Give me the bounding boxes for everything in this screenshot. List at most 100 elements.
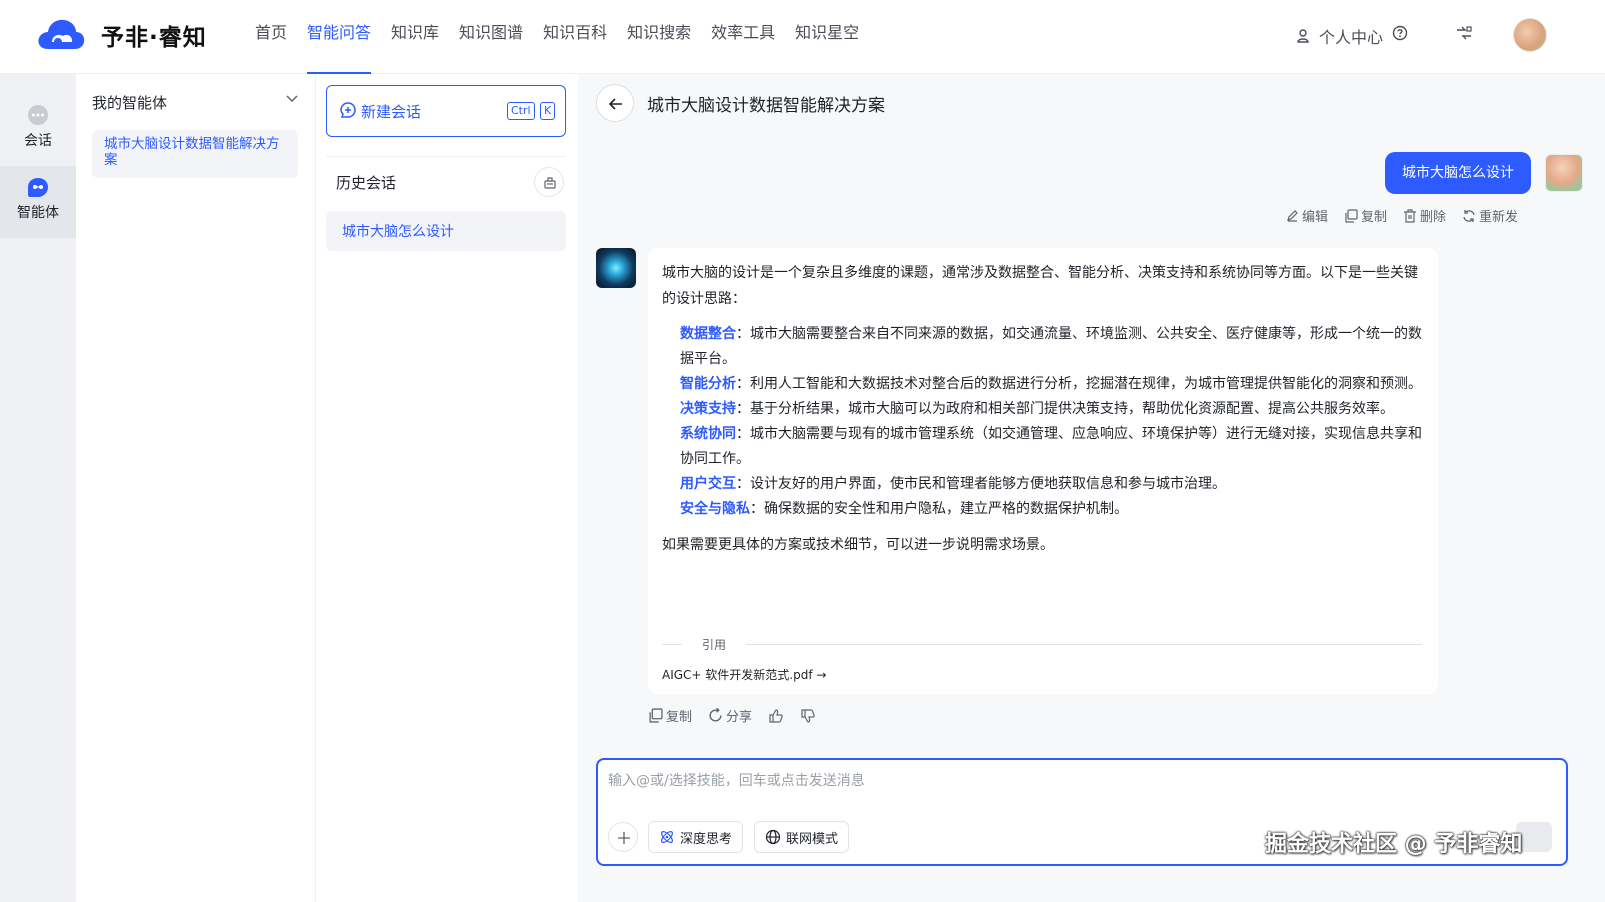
shortcut-ctrl-key: Ctrl	[507, 102, 535, 120]
answer-point: 安全与隐私：确保数据的安全性和用户隐私，建立严格的数据保护机制。	[680, 497, 1424, 522]
rail-chat-label: 会话	[24, 133, 52, 149]
globe-icon	[765, 829, 781, 845]
answer-point: 智能分析：利用人工智能和大数据技术对整合后的数据进行分析，挖掘潜在规律，为城市管…	[680, 372, 1424, 397]
copy-user-button[interactable]: 复制	[1344, 206, 1387, 225]
left-rail: 会话 智能体	[0, 74, 76, 902]
copy-icon	[1345, 208, 1358, 223]
answer-point: 系统协同：城市大脑需要与现有的城市管理系统（如交通管理、应急响应、环境保护等）进…	[680, 422, 1424, 472]
answer-point: 用户交互：设计友好的用户界面，使市民和管理者能够方便地获取信息和参与城市治理。	[680, 472, 1424, 497]
delete-label: 删除	[1420, 210, 1447, 225]
copy-answer-label: 复制	[666, 710, 693, 725]
bot-avatar	[596, 248, 636, 288]
deep-think-toggle[interactable]: 深度思考	[648, 821, 744, 853]
nav-search[interactable]: 知识搜索	[617, 0, 701, 74]
answer-points: 数据整合：城市大脑需要整合来自不同来源的数据，如交通流量、环境监测、公共安全、医…	[662, 322, 1424, 522]
nav-knowledge-base[interactable]: 知识库	[381, 0, 449, 74]
answer-intro: 城市大脑的设计是一个复杂且多维度的课题，通常涉及数据整合、智能分析、决策支持和系…	[662, 265, 1418, 307]
point-text: ：城市大脑需要与现有的城市管理系统（如交通管理、应急响应、环境保护等）进行无缝对…	[680, 426, 1422, 467]
history-divider	[326, 156, 566, 157]
user-icon	[1297, 29, 1309, 43]
edit-button[interactable]: 编辑	[1286, 206, 1328, 225]
thumbs-down-icon[interactable]	[800, 708, 816, 724]
bot-answer-card: 城市大脑的设计是一个复杂且多维度的课题，通常涉及数据整合、智能分析、决策支持和系…	[648, 248, 1438, 694]
nav-knowledge-graph[interactable]: 知识图谱	[449, 0, 533, 74]
web-mode-toggle[interactable]: 联网模式	[754, 821, 850, 853]
share-icon	[709, 708, 722, 722]
new-chat-icon	[340, 102, 356, 118]
nav-tools[interactable]: 效率工具	[701, 0, 785, 74]
rail-item-agent[interactable]: 智能体	[0, 166, 76, 238]
answer-point: 决策支持：基于分析结果，城市大脑可以为政府和相关部门提供决策支持，帮助优化资源配…	[680, 397, 1424, 422]
point-label: 智能分析	[680, 376, 736, 392]
conversation-area: 城市大脑设计数据智能解决方案 城市大脑怎么设计 编辑 复制 删除 重新发 城市大…	[578, 74, 1605, 902]
copy-user-label: 复制	[1361, 210, 1388, 225]
chevron-down-icon[interactable]	[284, 90, 300, 106]
my-agents-header[interactable]: 我的智能体	[92, 92, 167, 113]
new-chat-button[interactable]: 新建会话 Ctrl K	[326, 85, 566, 137]
brand-name: 予非·睿知	[101, 25, 207, 51]
answer-outro: 如果需要更具体的方案或技术细节，可以进一步说明需求场景。	[662, 537, 1054, 553]
back-button[interactable]	[596, 84, 634, 122]
trash-icon	[1404, 208, 1417, 223]
pencil-icon	[1287, 210, 1298, 222]
point-label: 系统协同	[680, 426, 736, 442]
new-chat-label: 新建会话	[361, 103, 422, 121]
point-label: 数据整合	[680, 326, 736, 342]
refresh-icon	[1463, 209, 1475, 222]
share-button[interactable]: 分享	[708, 706, 752, 725]
user-message-bubble: 城市大脑怎么设计	[1385, 152, 1531, 194]
personal-center-label: 个人中心	[1319, 28, 1384, 47]
rail-agent-label: 智能体	[17, 205, 59, 221]
resend-button[interactable]: 重新发	[1462, 206, 1518, 225]
user-avatar	[1545, 154, 1583, 192]
deep-think-label: 深度思考	[680, 831, 733, 847]
personal-center-link[interactable]: 个人中心	[1296, 24, 1383, 48]
cloud-logo-icon[interactable]	[36, 17, 86, 53]
point-label: 用户交互	[680, 476, 736, 492]
history-manage-button[interactable]	[534, 167, 564, 197]
point-label: 安全与隐私	[680, 501, 750, 517]
help-icon[interactable]	[1392, 25, 1408, 41]
atom-icon	[661, 831, 673, 843]
history-panel: 新建会话 Ctrl K 历史会话 城市大脑怎么设计	[316, 74, 578, 902]
share-label: 分享	[726, 710, 753, 725]
point-text: ：设计友好的用户界面，使市民和管理者能够方便地获取信息和参与城市治理。	[736, 476, 1226, 492]
rail-item-chat[interactable]: 会话	[0, 94, 76, 166]
citation-file-link[interactable]: AIGC+ 软件开发新范式.pdf →	[662, 666, 826, 683]
message-input[interactable]	[608, 768, 1548, 794]
point-label: 决策支持	[680, 401, 736, 417]
user-message-actions: 编辑 复制 删除 重新发	[1286, 206, 1518, 225]
agent-item[interactable]: 城市大脑设计数据智能解决方案	[92, 130, 298, 178]
history-item[interactable]: 城市大脑怎么设计	[326, 211, 566, 251]
agent-panel: 我的智能体 城市大脑设计数据智能解决方案	[76, 74, 316, 902]
thumbs-up-icon[interactable]	[768, 708, 784, 724]
chat-bubble-icon	[28, 105, 48, 125]
arrow-left-icon	[608, 98, 622, 110]
citation-line-right	[746, 644, 1422, 645]
translate-icon[interactable]	[1455, 24, 1473, 42]
resend-label: 重新发	[1479, 210, 1519, 225]
point-text: ：利用人工智能和大数据技术对整合后的数据进行分析，挖掘潜在规律，为城市管理提供智…	[736, 376, 1422, 392]
user-avatar-top[interactable]	[1513, 18, 1547, 52]
conversation-title: 城市大脑设计数据智能解决方案	[647, 96, 885, 116]
shortcut-k-key: K	[540, 102, 556, 120]
watermark: 掘金技术社区 @ 予非睿知	[1265, 832, 1523, 857]
nav-encyclopedia[interactable]: 知识百科	[533, 0, 617, 74]
attach-button[interactable]	[608, 822, 638, 852]
nav-qa[interactable]: 智能问答	[297, 0, 381, 74]
citation-label: 引用	[702, 638, 727, 652]
top-bar: 予非·睿知 首页 智能问答 知识库 知识图谱 知识百科 知识搜索 效率工具 知识…	[0, 0, 1605, 74]
nav-knowledge-star[interactable]: 知识星空	[785, 0, 869, 74]
answer-point: 数据整合：城市大脑需要整合来自不同来源的数据，如交通流量、环境监测、公共安全、医…	[680, 322, 1424, 372]
nav-home[interactable]: 首页	[245, 0, 297, 74]
delete-button[interactable]: 删除	[1403, 206, 1446, 225]
bot-answer-actions: 复制 分享	[648, 706, 816, 725]
edit-label: 编辑	[1302, 210, 1329, 225]
agent-icon	[28, 178, 48, 197]
history-title: 历史会话	[336, 174, 397, 192]
point-text: ：确保数据的安全性和用户隐私，建立严格的数据保护机制。	[750, 501, 1128, 517]
web-mode-label: 联网模式	[786, 831, 839, 847]
copy-icon	[649, 708, 663, 723]
point-text: ：基于分析结果，城市大脑可以为政府和相关部门提供决策支持，帮助优化资源配置、提高…	[736, 401, 1394, 417]
copy-answer-button[interactable]: 复制	[648, 706, 692, 725]
